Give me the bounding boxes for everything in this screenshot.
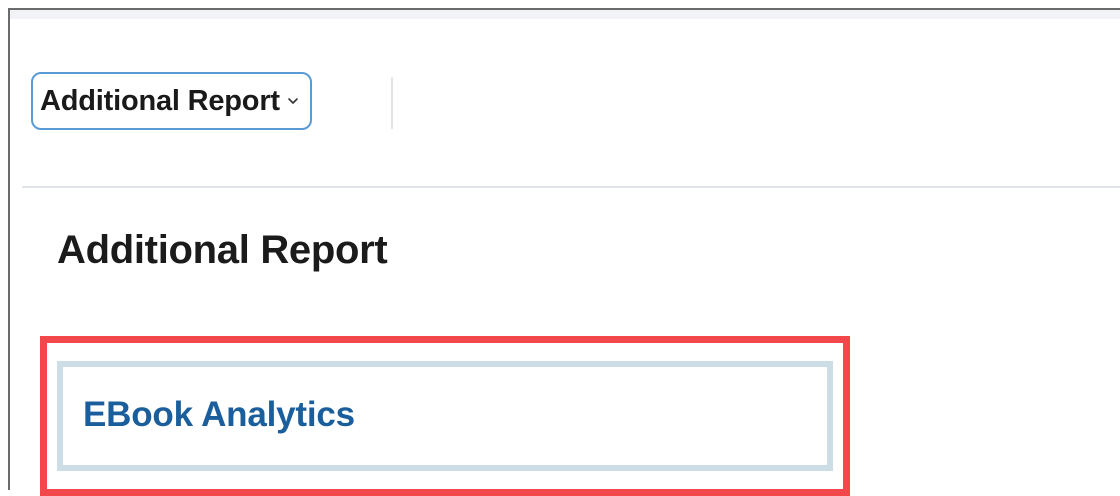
report-card-ebook-analytics[interactable]: EBook Analytics bbox=[57, 361, 833, 471]
app-window: Additional Report Additional Report EBoo… bbox=[0, 0, 1120, 496]
top-strip bbox=[10, 10, 1120, 19]
toolbar-divider bbox=[391, 77, 393, 129]
chevron-down-icon bbox=[286, 94, 300, 108]
report-link-ebook-analytics[interactable]: EBook Analytics bbox=[83, 394, 355, 436]
page-title: Additional Report bbox=[57, 228, 388, 272]
report-type-dropdown-label: Additional Report bbox=[40, 84, 280, 117]
header-divider bbox=[22, 186, 1120, 188]
report-type-dropdown[interactable]: Additional Report bbox=[31, 72, 312, 130]
